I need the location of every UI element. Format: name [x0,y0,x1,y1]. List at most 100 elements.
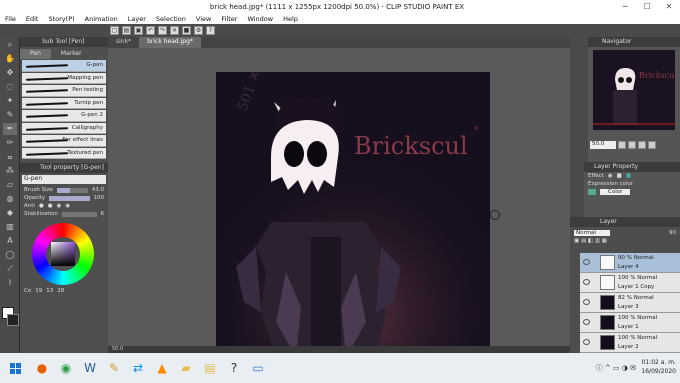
clipstudio-icon[interactable]: ? [222,353,246,383]
doc-tab-brick-head[interactable]: brick head.jpg* [139,37,201,48]
menu-file[interactable]: File [0,15,21,23]
fill-icon[interactable]: ■ [182,26,191,35]
menu-view[interactable]: View [191,15,216,23]
layer-row[interactable]: 100 % Normal Layer 1 Copy [580,273,680,293]
brush-textured-pen[interactable]: Textured pen [22,147,106,159]
chrome-icon[interactable]: ◉ [54,353,78,383]
opacity-value[interactable]: 100 [94,195,105,201]
brush-calligraphy[interactable]: Calligraphy [22,122,106,134]
blend-mode-select[interactable]: Normal [574,230,610,236]
menu-selection[interactable]: Selection [151,15,191,23]
text-tool-icon[interactable]: A [3,235,17,247]
wand-tool-icon[interactable]: ✦ [3,95,17,107]
menu-window[interactable]: Window [242,15,278,23]
pencil-tool-icon[interactable]: ✏ [3,137,17,149]
brush-tool-icon[interactable]: ⴰ [3,151,17,163]
fill-tool-icon[interactable]: ◆ [3,207,17,219]
brush-size-value[interactable]: 43.0 [92,187,104,193]
teamviewer-icon[interactable]: ⇄ [126,353,150,383]
layer-opacity-value[interactable]: 90 [669,230,676,236]
eye-icon[interactable] [583,319,590,325]
maximize-button[interactable]: ☐ [636,2,658,11]
move-tool-icon[interactable]: ✥ [3,67,17,79]
open-file-icon[interactable]: ▤ [122,26,131,35]
lasso-tool-icon[interactable]: ◌ [3,81,17,93]
tab-pen[interactable]: Pen [20,49,51,59]
fit-icon[interactable] [638,141,646,149]
stabilization-slider[interactable] [61,211,97,217]
tab-marker[interactable]: Marker [51,49,92,59]
sub-color-swatch[interactable] [7,314,19,326]
redo-icon[interactable]: ↷ [158,26,167,35]
zoom-out-icon[interactable] [618,141,626,149]
anti-alias-strong-icon[interactable]: ◉ [65,203,70,209]
brush-mapping-pen[interactable]: Mapping pen [22,72,106,84]
effect-border-icon[interactable]: ◉ [608,173,613,179]
color-wheel[interactable] [32,223,94,285]
clear-icon[interactable]: ✕ [170,26,179,35]
brush-g-pen-2[interactable]: G-pen 2 [22,110,106,122]
tray-icons[interactable]: ⓘ ^ ▭ ◑ ✉ [596,363,636,373]
eraser-tool-icon[interactable]: ▱ [3,179,17,191]
zoom-level[interactable]: 50.0 [112,346,123,352]
settings-icon[interactable]: ⚙ [194,26,203,35]
window-icon[interactable]: ▭ [246,353,270,383]
blend-tool-icon[interactable]: ◍ [3,193,17,205]
menu-edit[interactable]: Edit [21,15,44,23]
rotate-icon[interactable] [648,141,656,149]
clock[interactable]: 01:02 a. m. 16/09/2020 [641,358,676,376]
menu-filter[interactable]: Filter [216,15,242,23]
correct-line-tool-icon[interactable]: ⌇ [3,277,17,289]
pen-tool-icon[interactable]: ✒ [3,123,17,135]
eyedropper-tool-icon[interactable]: ✎ [3,109,17,121]
stabilization-value[interactable]: 6 [101,211,105,217]
navigator-zoom[interactable]: 50.0 [590,141,616,149]
layer-row[interactable]: 100 % Normal Layer 2 [580,333,680,353]
anti-alias-none-icon[interactable]: ● [39,203,44,209]
eye-icon[interactable] [583,259,590,265]
doc-tab-sink[interactable]: sink* [108,37,139,48]
ruler-tool-icon[interactable]: ⟋ [3,263,17,275]
menu-layer[interactable]: Layer [123,15,151,23]
zoom-in-icon[interactable] [628,141,636,149]
brush-turnip-pen[interactable]: Turnip pen [22,97,106,109]
layer-row[interactable]: 90 % Normal Layer 4 [580,253,680,273]
anti-alias-medium-icon[interactable]: ◉ [57,203,62,209]
effect-color-icon[interactable]: ■ [626,173,631,179]
gradient-tool-icon[interactable]: ▥ [3,221,17,233]
brush-size-slider[interactable] [56,187,88,193]
menu-help[interactable]: Help [278,15,303,23]
zoom-tool-icon[interactable]: ⌕ [3,39,17,51]
help-icon[interactable]: ? [206,26,215,35]
undo-icon[interactable]: ↶ [146,26,155,35]
expression-color-select[interactable]: Color [600,189,631,195]
explorer-icon[interactable]: ▤ [198,353,222,383]
brush-g-pen[interactable]: G-pen [22,60,106,72]
opacity-slider[interactable] [49,195,90,201]
anti-alias-weak-icon[interactable]: ● [48,203,53,209]
eye-icon[interactable] [583,339,590,345]
word-icon[interactable]: W [78,353,102,383]
firefox-icon[interactable]: ● [30,353,54,383]
files-icon[interactable]: ▰ [174,353,198,383]
close-button[interactable]: ✕ [658,2,680,11]
layer-row[interactable]: 82 % Normal Layer 3 [580,293,680,313]
eye-icon[interactable] [583,279,590,285]
menu-story[interactable]: Story(P) [43,15,79,23]
brush-effect-lines[interactable]: For effect lines [22,135,106,147]
effect-tone-icon[interactable]: ■ [617,173,622,179]
vlc-icon[interactable]: ▲ [150,353,174,383]
start-button[interactable] [0,353,30,383]
layer-tool-icons[interactable]: ▣ ▤ ◧ ▥ ▦ [574,238,607,244]
paint-icon[interactable]: ✎ [102,353,126,383]
airbrush-tool-icon[interactable]: ⁂ [3,165,17,177]
eye-icon[interactable] [583,299,590,305]
brush-pen-testing[interactable]: Pen testing [22,85,106,97]
color-square[interactable] [51,242,75,266]
minimize-button[interactable]: ─ [614,2,636,11]
hand-tool-icon[interactable]: ✋ [3,53,17,65]
layer-row[interactable]: 100 % Normal Layer 1 [580,313,680,333]
save-icon[interactable]: ▣ [134,26,143,35]
navigator-preview[interactable]: Brickscul [593,50,677,130]
drawing-canvas[interactable]: 501 ✕ Brickscul ° [216,72,490,357]
